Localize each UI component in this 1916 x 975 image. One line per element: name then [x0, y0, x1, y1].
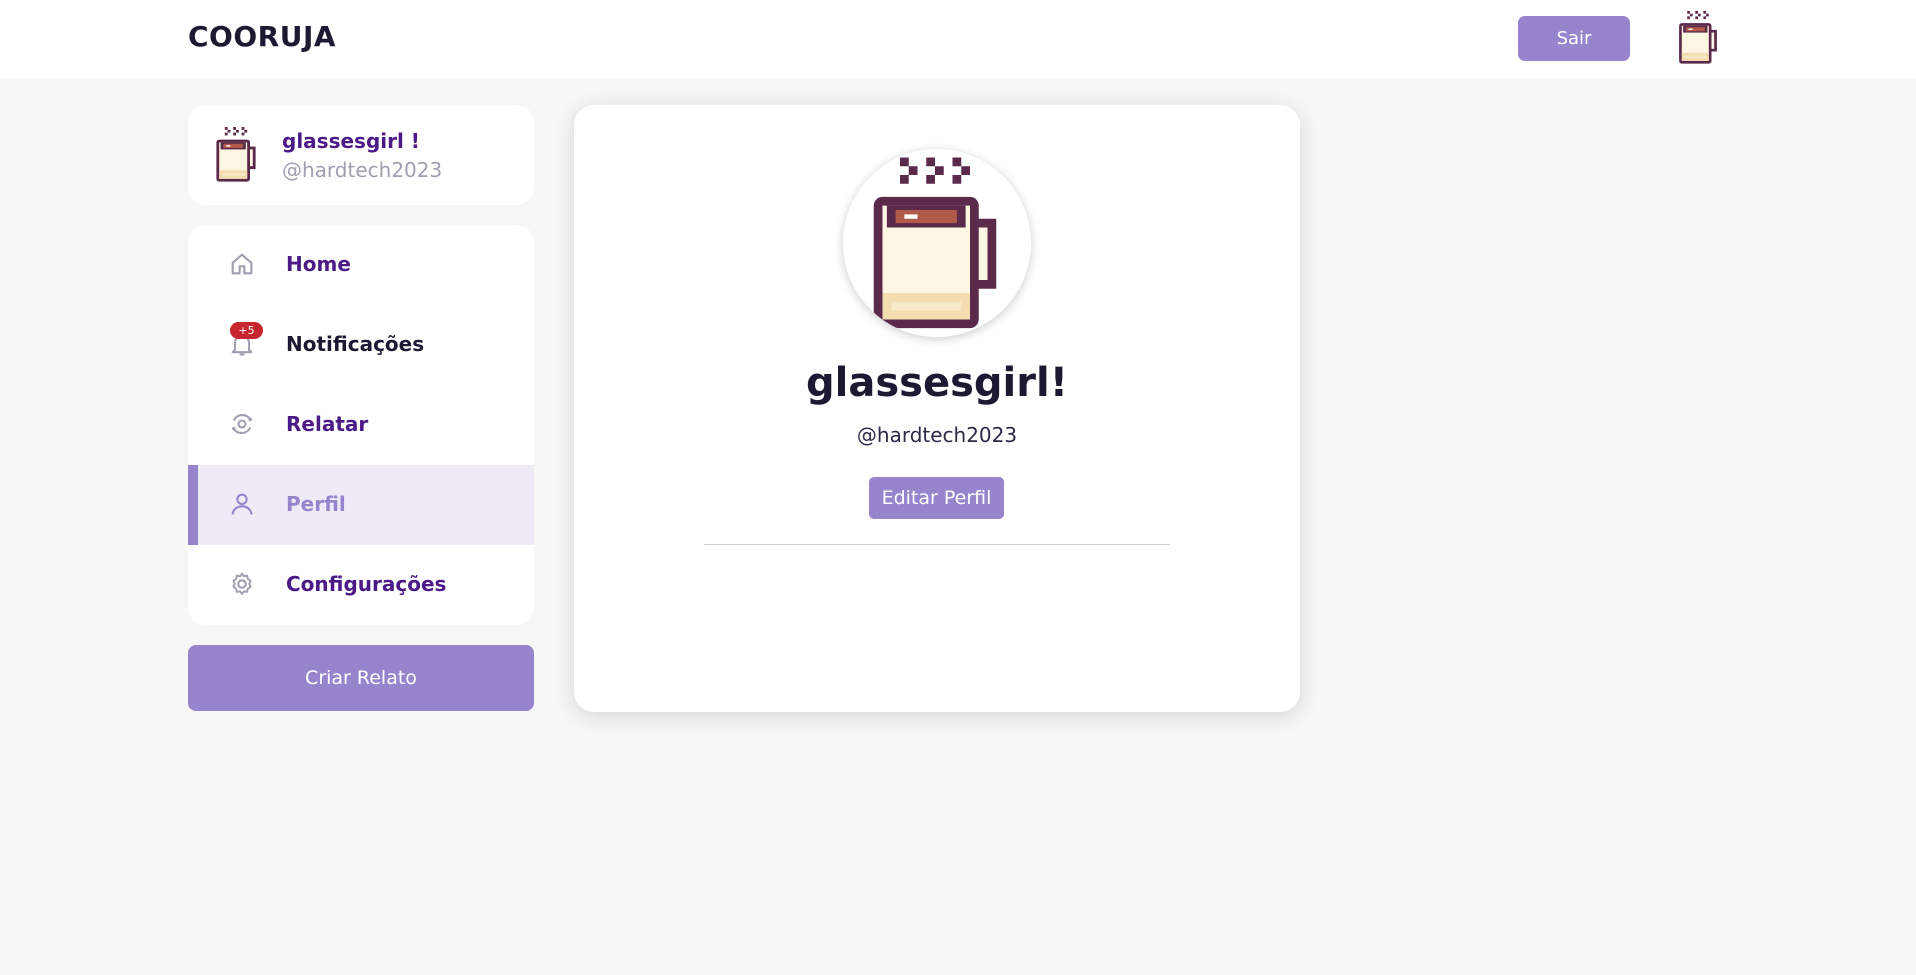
gear-icon [228, 570, 256, 598]
user-card: glassesgirl ! @hardtech2023 [188, 105, 534, 205]
sidebar-item-perfil[interactable]: Perfil [188, 465, 534, 545]
coffee-mug-icon [212, 127, 260, 183]
sidebar-nav: Home +5 Notificações Relatar Perfil Conf… [188, 225, 534, 625]
user-name: glassesgirl ! [282, 129, 420, 153]
user-handle: @hardtech2023 [282, 158, 443, 182]
user-icon [228, 490, 256, 518]
sidebar-item-configuracoes[interactable]: Configurações [188, 545, 534, 625]
sidebar-item-label: Perfil [286, 492, 346, 516]
app-logo[interactable]: COORUJA [188, 20, 336, 53]
profile-name: glassesgirl! [806, 360, 1068, 406]
coffee-mug-icon [865, 155, 1005, 335]
edit-profile-button[interactable]: Editar Perfil [869, 477, 1004, 519]
divider [704, 544, 1170, 545]
profile-handle: @hardtech2023 [856, 423, 1018, 447]
home-icon [228, 250, 256, 278]
profile-avatar [843, 149, 1031, 337]
top-bar: COORUJA Sair [0, 0, 1916, 79]
sidebar-item-notificacoes[interactable]: +5 Notificações [188, 305, 534, 385]
logout-button[interactable]: Sair [1518, 16, 1630, 61]
coffee-mug-icon[interactable] [1673, 11, 1723, 65]
sidebar-item-home[interactable]: Home [188, 225, 534, 305]
sidebar-item-label: Home [286, 252, 351, 276]
sidebar-item-label: Notificações [286, 332, 425, 356]
report-icon [228, 410, 256, 438]
create-report-button[interactable]: Criar Relato [188, 645, 534, 711]
sidebar-item-label: Configurações [286, 572, 447, 596]
sidebar-item-relatar[interactable]: Relatar [188, 385, 534, 465]
notification-badge: +5 [230, 322, 263, 339]
sidebar-item-label: Relatar [286, 412, 369, 436]
profile-card: glassesgirl! @hardtech2023 Editar Perfil [574, 105, 1300, 712]
